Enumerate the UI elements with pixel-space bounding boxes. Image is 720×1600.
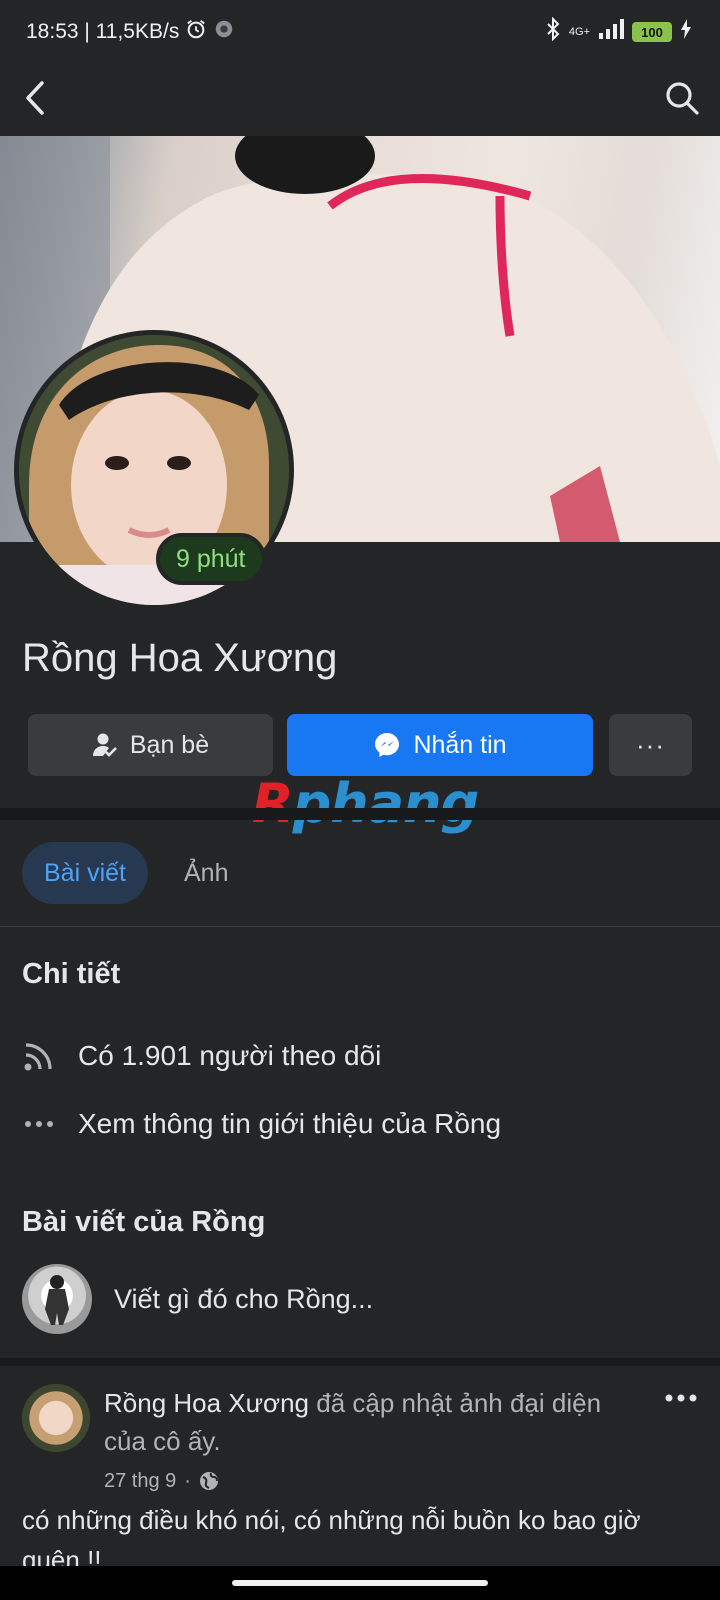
post-more-button[interactable] <box>664 1378 698 1410</box>
search-button[interactable] <box>664 80 700 121</box>
watermark-logo: Rphang <box>252 772 480 835</box>
details-title: Chi tiết <box>22 958 121 990</box>
home-indicator[interactable] <box>232 1580 488 1586</box>
post-meta: Rồng Hoa Xương đã cập nhật ảnh đại diện … <box>104 1384 644 1500</box>
message-button[interactable]: Nhắn tin <box>287 714 593 776</box>
more-dots-icon <box>22 1119 56 1129</box>
globe-icon <box>199 1472 218 1490</box>
message-button-label: Nhắn tin <box>413 730 507 759</box>
section-divider <box>0 1358 720 1366</box>
alarm-icon <box>185 18 207 46</box>
section-divider <box>0 808 720 820</box>
post-header: Rồng Hoa Xương đã cập nhật ảnh đại diện … <box>22 1384 698 1500</box>
back-button[interactable] <box>24 80 46 121</box>
watermark-part1: R <box>252 772 294 835</box>
rss-followers-icon <box>22 1040 56 1072</box>
followers-row[interactable]: Có 1.901 người theo dõi <box>22 1040 381 1072</box>
active-status-badge: 9 phút <box>156 533 266 585</box>
divider <box>0 926 720 927</box>
post-composer[interactable]: Viết gì đó cho Rồng... <box>22 1264 373 1334</box>
watermark-part2: phang <box>292 772 480 835</box>
profile-tabs: Bài viết Ảnh <box>22 842 228 904</box>
status-bar: 18:53 | 11,5KB/s 4G+ 100 <box>0 0 720 64</box>
user-avatar <box>22 1264 92 1334</box>
tab-photos[interactable]: Ảnh <box>184 842 228 904</box>
signal-icon <box>598 19 624 45</box>
post-author-name[interactable]: Rồng Hoa Xương <box>104 1388 309 1418</box>
friends-button-label: Bạn bè <box>129 730 210 759</box>
network-type: 4G+ <box>568 26 590 38</box>
more-options-button[interactable]: ··· <box>609 714 692 776</box>
chevron-left-icon <box>26 80 44 115</box>
profile-actions: Bạn bè Nhắn tin ··· <box>28 714 692 776</box>
friends-button[interactable]: Bạn bè <box>28 714 273 776</box>
bluetooth-icon <box>545 16 561 47</box>
more-dots-icon <box>665 1394 697 1402</box>
battery-indicator: 100 <box>632 22 672 42</box>
more-dots-icon: ··· <box>636 729 665 760</box>
post-date[interactable]: 27 thg 9 <box>104 1462 176 1500</box>
status-time: 18:53 | 11,5KB/s <box>26 20 180 43</box>
post-timestamp-row: 27 thg 9 · <box>104 1462 644 1500</box>
followers-text: Có 1.901 người theo dõi <box>78 1040 382 1071</box>
posts-section-title: Bài viết của Rồng <box>22 1206 266 1238</box>
app-notification-icon <box>213 18 235 46</box>
friend-check-icon <box>92 733 117 757</box>
about-row[interactable]: Xem thông tin giới thiệu của Rồng <box>22 1108 501 1140</box>
post-author-avatar[interactable] <box>22 1384 90 1452</box>
profile-name: Rồng Hoa Xương <box>22 636 338 680</box>
charging-icon <box>680 19 692 45</box>
top-app-bar <box>0 64 720 136</box>
separator-dot: · <box>184 1470 191 1492</box>
search-icon <box>666 81 699 115</box>
composer-placeholder: Viết gì đó cho Rồng... <box>114 1283 374 1314</box>
about-link-text: Xem thông tin giới thiệu của Rồng <box>78 1108 502 1139</box>
tab-posts[interactable]: Bài viết <box>22 842 148 904</box>
messenger-icon <box>375 733 400 757</box>
